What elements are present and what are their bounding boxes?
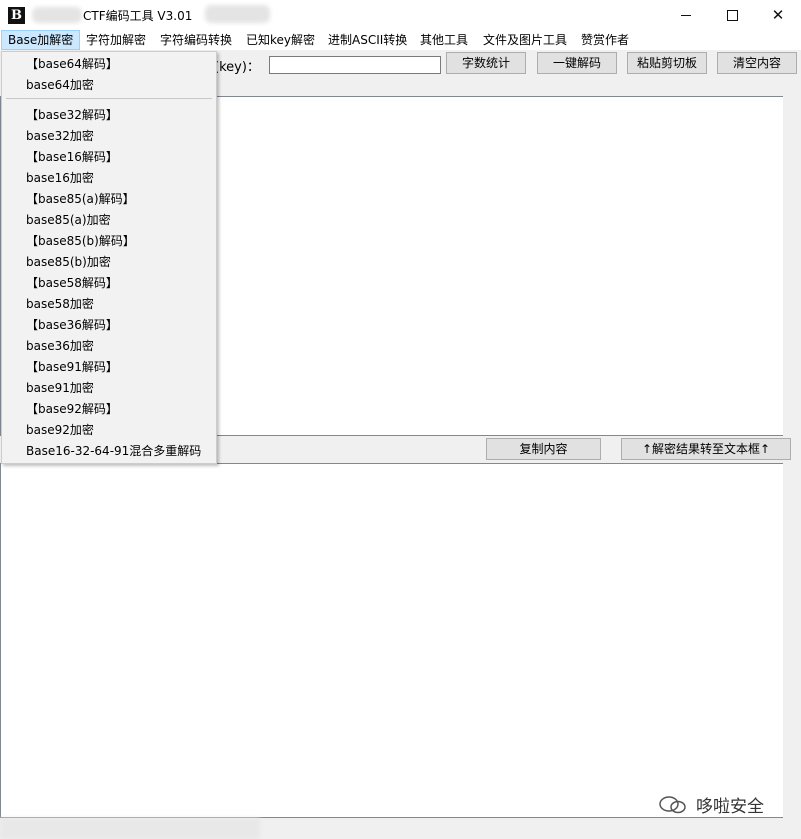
menu-base32-encode[interactable]: base32加密 [26, 129, 94, 143]
base-dropdown-menu: 【base64解码】 base64加密 【base32解码】 base32加密 … [1, 51, 217, 464]
menu-other-tools[interactable]: 其他工具 [414, 30, 474, 50]
menu-base36-encode[interactable]: base36加密 [26, 339, 94, 353]
output-textarea[interactable] [0, 463, 784, 818]
menu-base64-decode[interactable]: 【base64解码】 [26, 57, 118, 71]
menu-base16-encode[interactable]: base16加密 [26, 171, 94, 185]
menu-base58-decode[interactable]: 【base58解码】 [26, 276, 118, 290]
close-button[interactable]: ✕ [755, 0, 801, 30]
menu-base36-decode[interactable]: 【base36解码】 [26, 318, 118, 332]
menu-mixed-decode[interactable]: Base16-32-64-91混合多重解码 [26, 444, 201, 458]
blurred-status [0, 818, 260, 839]
key-input[interactable] [269, 56, 441, 74]
menu-base85a-encode[interactable]: base85(a)加密 [26, 213, 111, 227]
minimize-button[interactable] [663, 0, 709, 30]
app-window: B CTF编码工具 V3.01 ✕ Base加解密 字符加解密 字符编码转换 已… [0, 0, 801, 839]
minimize-icon [681, 14, 691, 16]
menu-base32-decode[interactable]: 【base32解码】 [26, 108, 118, 122]
menu-base[interactable]: Base加解密 [1, 30, 81, 50]
count-button[interactable]: 字数统计 [446, 52, 526, 74]
move-result-button[interactable]: ↑解密结果转至文本框↑ [621, 438, 791, 460]
menu-base91-decode[interactable]: 【base91解码】 [26, 360, 118, 374]
menubar: Base加解密 字符加解密 字符编码转换 已知key解密 进制ASCII转换 其… [0, 30, 801, 50]
menu-char-encoding[interactable]: 字符编码转换 [154, 30, 238, 50]
blurred-title-suffix [205, 5, 270, 23]
menu-donate[interactable]: 赞赏作者 [575, 30, 635, 50]
menu-separator [6, 98, 212, 99]
menu-base92-decode[interactable]: 【base92解码】 [26, 402, 118, 416]
menu-base64-encode[interactable]: base64加密 [26, 78, 94, 92]
close-icon: ✕ [771, 6, 785, 24]
menu-base85a-decode[interactable]: 【base85(a)解码】 [26, 192, 135, 206]
window-title: CTF编码工具 V3.01 [83, 9, 193, 23]
menu-known-key[interactable]: 已知key解密 [240, 30, 321, 50]
watermark: 哆啦安全 [658, 792, 764, 817]
menu-base16-decode[interactable]: 【base16解码】 [26, 150, 118, 164]
key-label: (key)： [214, 60, 260, 75]
menu-base91-encode[interactable]: base91加密 [26, 381, 94, 395]
app-icon: B [8, 7, 25, 24]
one-click-decode-button[interactable]: 一键解码 [537, 52, 617, 74]
menu-base85b-decode[interactable]: 【base85(b)解码】 [26, 234, 135, 248]
output-scrollbar[interactable] [783, 463, 800, 818]
menu-base85b-encode[interactable]: base85(b)加密 [26, 255, 111, 269]
input-scrollbar[interactable] [783, 96, 800, 436]
watermark-text: 哆啦安全 [696, 797, 764, 817]
menu-file-image-tools[interactable]: 文件及图片工具 [477, 30, 573, 50]
menu-base92-encode[interactable]: base92加密 [26, 423, 94, 437]
clear-button[interactable]: 清空内容 [717, 52, 797, 74]
menu-char-crypto[interactable]: 字符加解密 [80, 30, 152, 50]
menu-radix-ascii[interactable]: 进制ASCII转换 [322, 30, 413, 50]
blurred-title-prefix [32, 7, 82, 23]
title-bar: B CTF编码工具 V3.01 ✕ [0, 0, 801, 30]
maximize-button[interactable] [709, 0, 755, 30]
menu-base58-encode[interactable]: base58加密 [26, 297, 94, 311]
copy-content-button[interactable]: 复制内容 [486, 438, 601, 460]
wechat-icon [659, 795, 686, 813]
maximize-icon [726, 9, 738, 21]
paste-clipboard-button[interactable]: 粘贴剪切板 [627, 52, 707, 74]
